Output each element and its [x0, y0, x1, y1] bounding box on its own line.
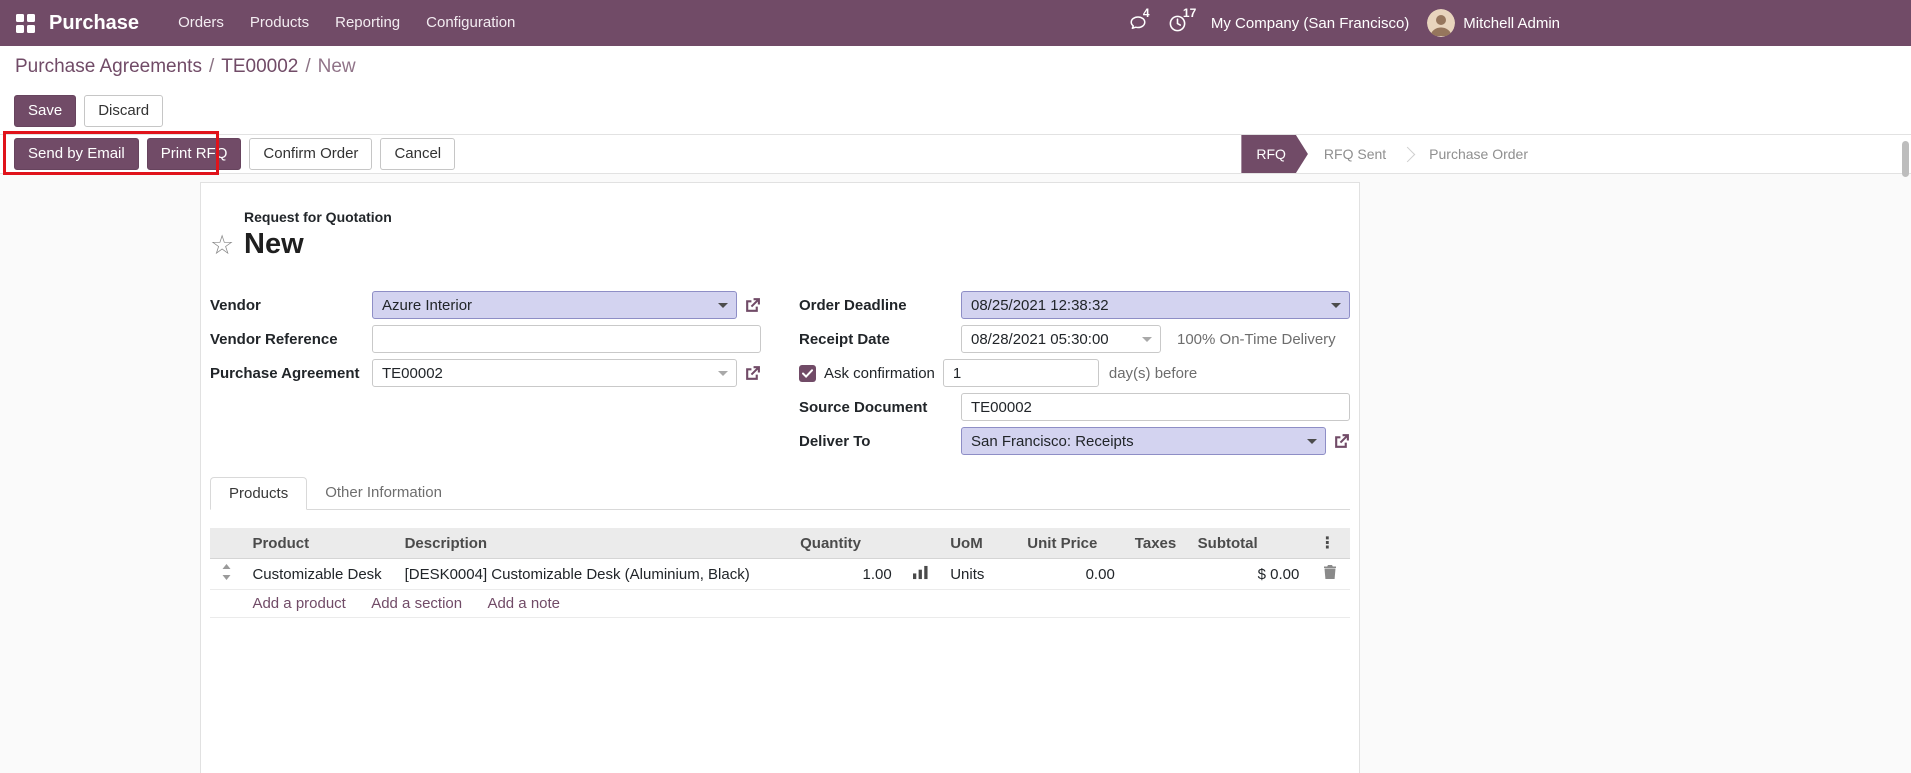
handle-column-header: [210, 528, 243, 559]
record-title[interactable]: New: [244, 228, 304, 261]
optional-columns-icon[interactable]: ⋮: [1309, 528, 1350, 559]
add-a-section-link[interactable]: Add a section: [371, 595, 462, 612]
purchase-agreement-label: Purchase Agreement: [210, 364, 360, 382]
quantity-column-header: Quantity: [790, 528, 902, 559]
vendor-reference-field[interactable]: [372, 325, 761, 353]
print-rfq-button[interactable]: Print RFQ: [146, 138, 242, 170]
field-grid: Vendor Azure Interior Vendor Reference P…: [210, 291, 1350, 461]
tab-products[interactable]: Products: [210, 477, 308, 510]
breadcrumb-separator: /: [305, 56, 311, 77]
menu-products[interactable]: Products: [237, 0, 322, 46]
vendor-reference-label: Vendor Reference: [210, 330, 338, 348]
taxes-column-header: Taxes: [1124, 528, 1188, 559]
unit-price-column-header: Unit Price: [1017, 528, 1125, 559]
days-before-suffix: day(s) before: [1108, 364, 1198, 382]
forecast-column-header: [901, 528, 941, 559]
uom-column-header: UoM: [940, 528, 1018, 559]
cell-description[interactable]: [DESK0004] Customizable Desk (Aluminium,…: [394, 558, 791, 590]
cell-subtotal[interactable]: $ 0.00: [1187, 558, 1310, 590]
vendor-external-link-icon[interactable]: [744, 297, 761, 314]
on-time-delivery-note: 100% On-Time Delivery: [1177, 330, 1336, 348]
confirmation-days-field[interactable]: 1: [942, 359, 1099, 387]
add-a-product-link[interactable]: Add a product: [252, 595, 345, 612]
order-deadline-field[interactable]: 08/25/2021 12:38:32: [961, 291, 1350, 319]
breadcrumb-te00002[interactable]: TE00002: [221, 56, 298, 78]
cancel-button[interactable]: Cancel: [380, 138, 456, 170]
messages-icon[interactable]: 4: [1128, 6, 1150, 32]
activities-badge: 17: [1182, 5, 1197, 20]
breadcrumb: Purchase Agreements / TE00002 / New: [0, 46, 1911, 88]
send-by-email-button[interactable]: Send by Email: [14, 138, 139, 170]
receipt-date-label: Receipt Date: [799, 330, 890, 348]
receipt-date-field[interactable]: 08/28/2021 05:30:00: [961, 325, 1161, 353]
description-column-header: Description: [394, 528, 791, 559]
menu-configuration[interactable]: Configuration: [413, 0, 528, 46]
purchase-agreement-external-link-icon[interactable]: [744, 365, 761, 382]
tab-other-information[interactable]: Other Information: [307, 477, 460, 509]
deliver-to-external-link-icon[interactable]: [1333, 433, 1350, 450]
deliver-to-field[interactable]: San Francisco: Receipts: [961, 427, 1326, 455]
chevron-down-icon: [1142, 337, 1152, 342]
stage-rfq[interactable]: RFQ: [1241, 135, 1308, 173]
ask-confirmation-checkbox[interactable]: [799, 364, 816, 382]
messages-badge: 4: [1142, 6, 1150, 20]
chevron-down-icon: [1331, 303, 1341, 308]
cell-unit-price[interactable]: 0.00: [1017, 558, 1125, 590]
app-name[interactable]: Purchase: [49, 12, 139, 35]
order-lines-table: Product Description Quantity UoM Unit Pr…: [210, 528, 1350, 618]
vendor-field[interactable]: Azure Interior: [372, 291, 737, 319]
notebook-tabs: Products Other Information: [210, 477, 1350, 510]
delete-row-trash-icon[interactable]: [1309, 558, 1350, 590]
subtotal-column-header: Subtotal: [1187, 528, 1310, 559]
vendor-label: Vendor: [210, 296, 261, 314]
ask-confirmation-label[interactable]: Ask confirmation: [824, 365, 935, 382]
form-sheet: Request for Quotation ☆ New Vendor Azure…: [200, 182, 1360, 773]
table-footer-links-row: Add a product Add a section Add a note: [210, 589, 1350, 618]
product-column-header: Product: [242, 528, 395, 559]
status-pipeline: RFQ RFQ Sent Purchase Order: [1241, 135, 1544, 173]
doc-type-label: Request for Quotation: [244, 209, 392, 225]
company-switcher[interactable]: My Company (San Francisco): [1211, 15, 1409, 32]
order-deadline-label: Order Deadline: [799, 296, 907, 314]
breadcrumb-current: New: [317, 56, 356, 77]
cell-product[interactable]: Customizable Desk: [242, 558, 395, 590]
order-line-row[interactable]: Customizable Desk [DESK0004] Customizabl…: [210, 558, 1350, 590]
cell-uom[interactable]: Units: [940, 558, 1018, 590]
top-navbar: Purchase Orders Products Reporting Confi…: [0, 0, 1911, 46]
source-document-label: Source Document: [799, 398, 928, 416]
add-a-note-link[interactable]: Add a note: [487, 595, 560, 612]
menu-reporting[interactable]: Reporting: [322, 0, 413, 46]
form-view-container: Request for Quotation ☆ New Vendor Azure…: [0, 174, 1911, 773]
title-block: Request for Quotation ☆ New: [210, 209, 1350, 261]
purchase-agreement-field[interactable]: TE00002: [372, 359, 737, 387]
user-avatar[interactable]: [1427, 9, 1456, 37]
discard-button[interactable]: Discard: [84, 95, 164, 127]
chevron-down-icon: [718, 303, 728, 308]
drag-handle-icon[interactable]: [210, 558, 243, 590]
deliver-to-label: Deliver To: [799, 432, 871, 450]
stage-rfq-sent[interactable]: RFQ Sent: [1308, 135, 1402, 173]
chevron-down-icon: [1307, 439, 1317, 444]
cell-taxes[interactable]: [1124, 558, 1188, 590]
user-menu[interactable]: Mitchell Admin: [1463, 15, 1560, 32]
source-document-field[interactable]: TE00002: [961, 393, 1350, 421]
activities-icon[interactable]: 17: [1168, 6, 1196, 33]
menu-orders[interactable]: Orders: [165, 0, 237, 46]
table-header-row: Product Description Quantity UoM Unit Pr…: [210, 528, 1350, 559]
cell-quantity[interactable]: 1.00: [790, 558, 902, 590]
confirm-order-button[interactable]: Confirm Order: [249, 138, 373, 170]
record-actions: Save Discard: [0, 88, 1911, 134]
favorite-star-icon[interactable]: ☆: [210, 230, 244, 260]
apps-menu-icon[interactable]: [16, 13, 35, 33]
forecast-chart-icon[interactable]: [901, 558, 941, 590]
vertical-scrollbar[interactable]: [1902, 141, 1909, 177]
breadcrumb-purchase-agreements[interactable]: Purchase Agreements: [15, 56, 202, 78]
save-button[interactable]: Save: [14, 95, 77, 127]
chevron-down-icon: [718, 371, 728, 376]
stage-purchase-order[interactable]: Purchase Order: [1413, 135, 1544, 173]
statusbar: Send by Email Print RFQ Confirm Order Ca…: [0, 131, 1911, 175]
systray: 4 17 My Company (San Francisco) Mitchell…: [1118, 6, 1560, 37]
breadcrumb-separator: /: [208, 56, 215, 77]
